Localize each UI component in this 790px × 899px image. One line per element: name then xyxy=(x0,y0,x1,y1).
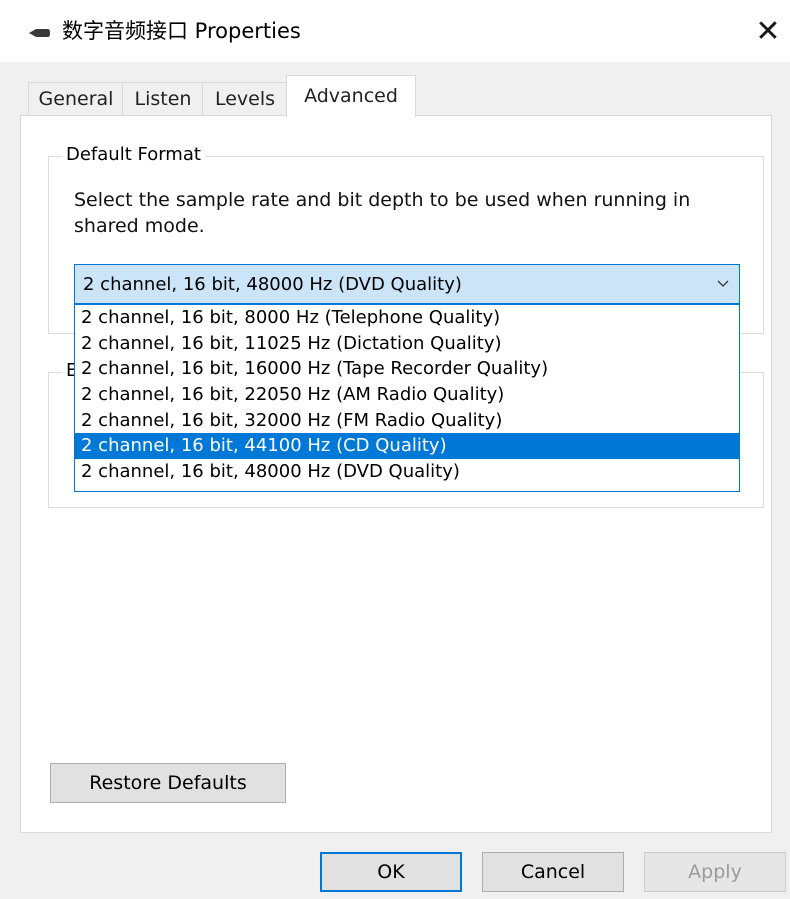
format-dropdown-list[interactable]: 2 channel, 16 bit, 8000 Hz (Telephone Qu… xyxy=(74,304,740,492)
dropdown-option[interactable]: 2 channel, 16 bit, 32000 Hz (FM Radio Qu… xyxy=(75,408,739,434)
window-title: 数字音频接口 Properties xyxy=(62,19,301,43)
default-format-description: Select the sample rate and bit depth to … xyxy=(74,189,691,237)
apply-button[interactable]: Apply xyxy=(644,852,786,892)
ok-button[interactable]: OK xyxy=(320,852,462,892)
close-icon[interactable]: ✕ xyxy=(746,10,790,54)
dropdown-option[interactable]: 2 channel, 16 bit, 11025 Hz (Dictation Q… xyxy=(75,331,739,357)
dropdown-option[interactable]: 2 channel, 16 bit, 8000 Hz (Telephone Qu… xyxy=(75,305,739,331)
format-combobox[interactable]: 2 channel, 16 bit, 48000 Hz (DVD Quality… xyxy=(74,264,740,304)
dropdown-option[interactable]: 2 channel, 16 bit, 48000 Hz (DVD Quality… xyxy=(75,459,739,485)
default-format-legend: Default Format xyxy=(62,144,205,166)
dropdown-option[interactable]: 2 channel, 16 bit, 22050 Hz (AM Radio Qu… xyxy=(75,382,739,408)
speaker-icon xyxy=(29,29,50,37)
dropdown-option[interactable]: 2 channel, 16 bit, 16000 Hz (Tape Record… xyxy=(75,356,739,382)
dropdown-option-highlighted[interactable]: 2 channel, 16 bit, 44100 Hz (CD Quality) xyxy=(75,433,739,460)
chevron-down-icon xyxy=(717,280,729,287)
tab-general[interactable]: General xyxy=(28,82,123,116)
tab-listen[interactable]: Listen xyxy=(122,82,203,116)
cancel-button[interactable]: Cancel xyxy=(482,852,624,892)
tab-advanced[interactable]: Advanced xyxy=(286,75,416,117)
restore-defaults-button[interactable]: Restore Defaults xyxy=(50,763,286,803)
tab-levels[interactable]: Levels xyxy=(202,82,288,116)
combobox-value: 2 channel, 16 bit, 48000 Hz (DVD Quality… xyxy=(83,274,462,295)
